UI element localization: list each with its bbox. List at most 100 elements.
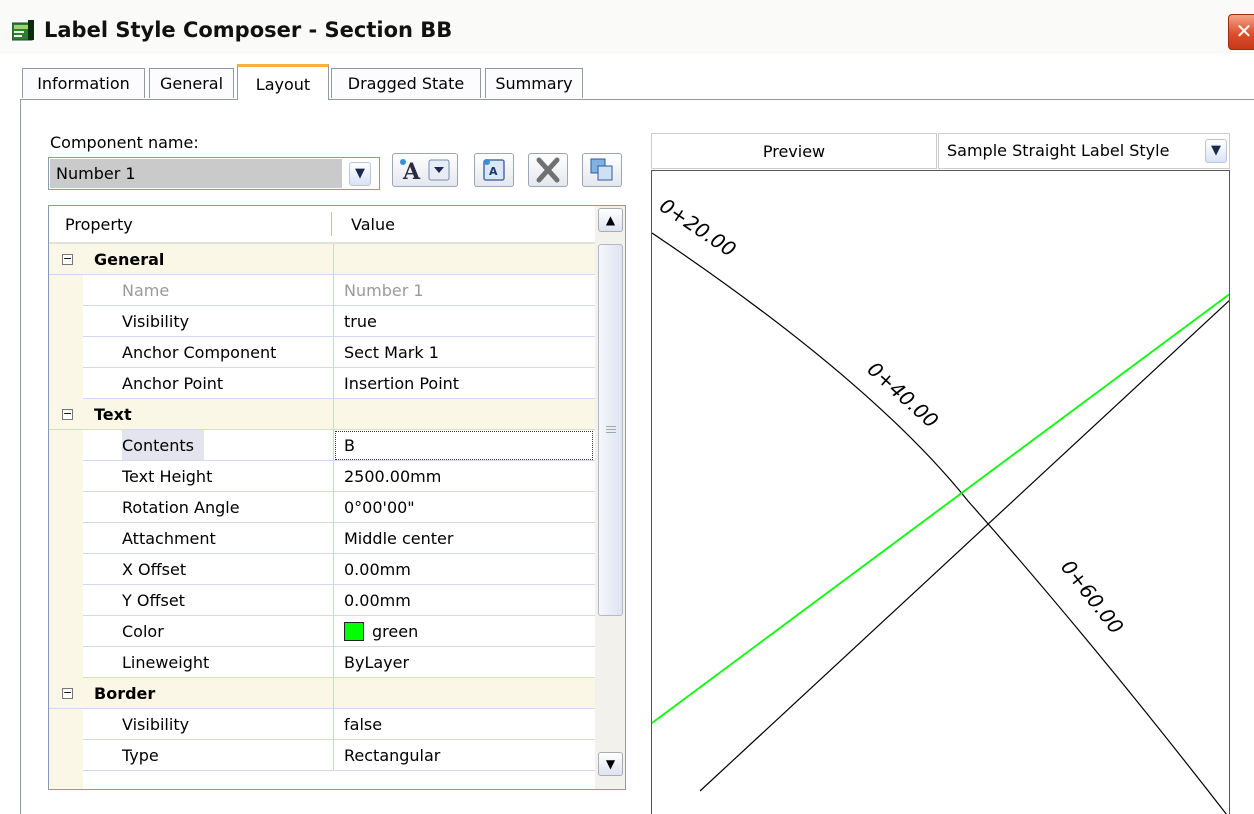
preview-style-value: Sample Straight Label Style (947, 141, 1170, 160)
property-name: Contents (122, 430, 204, 461)
property-value[interactable]: 2500.00mm (344, 461, 441, 492)
column-divider (333, 678, 334, 709)
scroll-thumb[interactable] (598, 244, 623, 616)
collapse-icon[interactable]: − (62, 408, 73, 420)
delete-icon (536, 157, 560, 183)
alignment-line (652, 232, 1227, 814)
property-row[interactable]: Visibility true (49, 306, 595, 337)
property-value[interactable]: false (344, 709, 382, 740)
column-divider (333, 709, 334, 740)
tab-layout[interactable]: Layout (237, 64, 329, 100)
panel-border (20, 99, 21, 814)
property-row[interactable]: Type Rectangular (49, 740, 595, 771)
chevron-down-icon[interactable]: ▼ (1205, 139, 1227, 163)
property-name: Type (122, 746, 159, 765)
svg-text:A: A (489, 165, 498, 178)
property-row[interactable]: Text Height 2500.00mm (49, 461, 595, 492)
station-label: 0+20.00 (655, 193, 740, 261)
property-row[interactable]: Name Number 1 (49, 275, 595, 306)
row-divider (83, 770, 595, 771)
value-column-header[interactable]: Value (351, 215, 395, 234)
column-divider (333, 461, 334, 492)
preview-drawing: 0+20.00 0+40.00 0+60.00 (652, 193, 1229, 814)
collapse-icon[interactable]: − (62, 687, 73, 699)
copy-component-button[interactable]: A (474, 153, 514, 187)
property-value[interactable]: Number 1 (344, 275, 424, 306)
property-row[interactable]: Contents B (49, 430, 595, 461)
preview-style-select[interactable]: Sample Straight Label Style ▼ (938, 133, 1230, 169)
property-value[interactable]: green (372, 616, 418, 647)
property-value[interactable]: true (344, 306, 377, 337)
property-value[interactable]: Rectangular (344, 740, 440, 771)
tab-information[interactable]: Information (22, 68, 145, 98)
preview-canvas[interactable]: 0+20.00 0+40.00 0+60.00 (651, 170, 1230, 814)
column-separator[interactable] (331, 212, 332, 236)
category-row[interactable]: − Border (49, 678, 595, 709)
component-name-select[interactable]: Number 1 ▼ (48, 157, 380, 190)
scroll-up-icon[interactable]: ▲ (598, 208, 623, 232)
property-name: Attachment (122, 529, 216, 548)
delete-component-button[interactable] (528, 153, 568, 187)
label-style-app-icon (12, 20, 34, 41)
scroll-down-icon[interactable]: ▼ (598, 752, 623, 776)
close-button[interactable]: ✕ (1228, 14, 1254, 50)
property-row[interactable]: Lineweight ByLayer (49, 647, 595, 678)
column-divider (333, 647, 334, 678)
column-divider (333, 616, 334, 647)
column-divider (333, 306, 334, 337)
property-value[interactable]: 0°00'00" (344, 492, 415, 523)
category-row[interactable]: − General (49, 244, 595, 275)
chevron-down-icon[interactable]: ▼ (349, 162, 371, 186)
property-value[interactable]: ByLayer (344, 647, 409, 678)
draw-order-button[interactable] (582, 153, 622, 187)
column-divider (333, 368, 334, 399)
title-bar: Label Style Composer - Section BB ✕ (0, 0, 1254, 54)
property-name: Rotation Angle (122, 498, 240, 517)
column-divider (333, 337, 334, 368)
category-label: Text (94, 405, 132, 424)
grid-header: Property Value (49, 206, 595, 244)
component-draw-order-icon (590, 158, 613, 181)
property-row[interactable]: X Offset 0.00mm (49, 554, 595, 585)
column-divider (333, 244, 334, 275)
column-divider (333, 585, 334, 616)
property-value[interactable]: 0.00mm (344, 554, 411, 585)
category-label: Border (94, 684, 156, 703)
window-title: Label Style Composer - Section BB (44, 18, 453, 42)
property-row[interactable]: Rotation Angle 0°00'00" (49, 492, 595, 523)
property-row[interactable]: Attachment Middle center (49, 523, 595, 554)
property-row[interactable]: Color green (49, 616, 595, 647)
tab-general[interactable]: General (149, 68, 234, 98)
collapse-icon[interactable]: − (62, 253, 73, 265)
property-name: Text Height (122, 467, 213, 486)
property-name: Visibility (122, 715, 190, 734)
property-value[interactable]: Sect Mark 1 (344, 337, 439, 368)
column-divider (333, 430, 334, 461)
column-divider (333, 523, 334, 554)
property-value[interactable]: 0.00mm (344, 585, 411, 616)
property-value[interactable]: B (344, 430, 355, 461)
property-row[interactable]: Anchor Point Insertion Point (49, 368, 595, 399)
station-label: 0+60.00 (1056, 555, 1128, 638)
property-value[interactable]: Middle center (344, 523, 453, 554)
create-text-component-button[interactable]: A (392, 153, 458, 187)
property-row[interactable]: Visibility false (49, 709, 595, 740)
property-row[interactable]: Anchor Component Sect Mark 1 (49, 337, 595, 368)
category-label: General (94, 250, 165, 269)
property-grid[interactable]: Property Value − General Name Number 1 Visib… (48, 205, 626, 790)
tab-strip-border (20, 99, 1254, 100)
tab-dragged-state[interactable]: Dragged State (331, 68, 481, 98)
contents-value-field[interactable] (335, 431, 593, 460)
column-divider (333, 554, 334, 585)
property-column-header[interactable]: Property (65, 215, 133, 234)
grip-line (606, 432, 616, 433)
text-component-icon: A (400, 159, 450, 185)
component-name-label: Component name: (50, 133, 199, 152)
grid-scrollbar[interactable]: ▲ ▼ (595, 206, 625, 789)
tab-summary[interactable]: Summary (485, 68, 583, 98)
preview-label: Preview (651, 133, 937, 169)
category-row[interactable]: − Text (49, 399, 595, 430)
property-value[interactable]: Insertion Point (344, 368, 459, 399)
property-name: Anchor Component (122, 343, 277, 362)
property-row[interactable]: Y Offset 0.00mm (49, 585, 595, 616)
